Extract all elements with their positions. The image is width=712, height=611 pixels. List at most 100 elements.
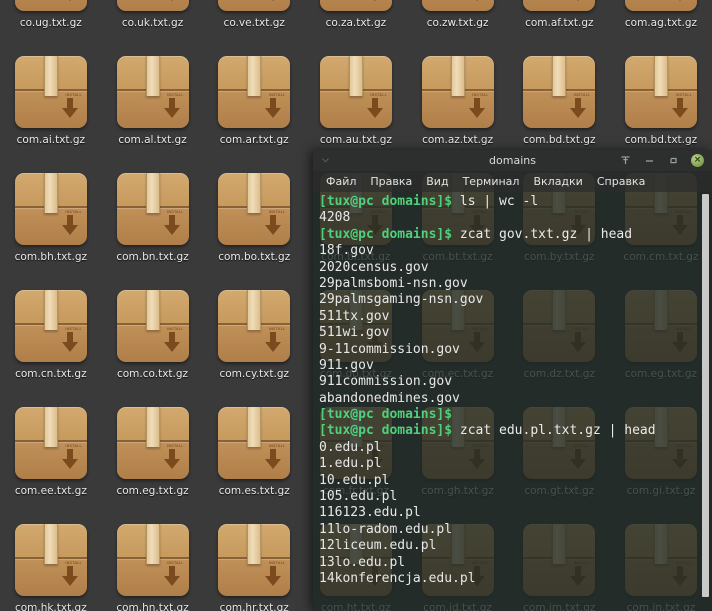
menu-item-0[interactable]: Файл	[319, 173, 363, 190]
archive-package-icon: INSTALL	[319, 0, 392, 11]
command-output: 9-11commission.gov	[319, 341, 460, 357]
maximize-icon	[670, 157, 677, 164]
terminal-output[interactable]: [tux@pc domains]$ ls | wc -l 4208 [tux@pc …	[313, 192, 699, 611]
terminal-window[interactable]: ⌵ domains × Файл Правка Вид Терминал Вкл…	[313, 150, 712, 611]
menu-item-3[interactable]: Терминал	[456, 173, 527, 190]
desktop-icon[interactable]: INSTALL com.au.txt.gz	[305, 48, 407, 165]
archive-package-icon: INSTALL	[116, 290, 189, 362]
box-tape	[43, 56, 58, 96]
box-tape	[450, 56, 465, 96]
archive-package-icon: INSTALL	[14, 290, 87, 362]
maximize-button[interactable]	[667, 154, 680, 167]
pin-icon	[621, 156, 630, 164]
desktop-icon[interactable]: INSTALL com.cn.txt.gz	[0, 282, 102, 399]
desktop-icon[interactable]: INSTALL com.bn.txt.gz	[102, 165, 204, 282]
command-output: 18f.gov	[319, 243, 374, 259]
terminal-scrollbar[interactable]	[699, 192, 712, 611]
keep-above-button[interactable]	[619, 154, 632, 167]
install-badge-label: INSTALL	[268, 93, 286, 97]
box-tape	[348, 56, 363, 96]
terminal-line: 12liceum.edu.pl	[319, 538, 699, 554]
install-badge-label: INSTALL	[675, 93, 692, 97]
command-output: 29palmsbomi-nsn.gov	[319, 275, 468, 291]
terminal-line: 511tx.gov	[319, 309, 699, 325]
desktop-icon-label: com.cn.txt.gz	[15, 368, 87, 380]
terminal-body[interactable]: [tux@pc domains]$ ls | wc -l 4208 [tux@pc …	[313, 192, 712, 611]
desktop-icon[interactable]: INSTALL com.eg.txt.gz	[102, 399, 204, 516]
command-output: 1.edu.pl	[319, 456, 382, 472]
minimize-button[interactable]	[643, 154, 656, 167]
desktop-icon[interactable]: INSTALL com.bd.txt.gz	[610, 48, 712, 165]
archive-package-icon: INSTALL	[624, 0, 697, 11]
terminal-line: [tux@pc domains]$ ls | wc -l	[319, 194, 699, 210]
terminal-line: [tux@pc domains]$	[319, 407, 699, 423]
desktop-icon[interactable]: INSTALL com.bo.txt.gz	[203, 165, 305, 282]
box-tape	[653, 56, 668, 96]
terminal-line: 911.gov	[319, 358, 699, 374]
box-tape	[43, 407, 58, 447]
desktop-icon-label: co.uk.txt.gz	[121, 17, 184, 29]
archive-package-icon: INSTALL	[421, 56, 494, 128]
desktop-icon[interactable]: INSTALL com.co.txt.gz	[102, 282, 204, 399]
desktop-icon[interactable]: INSTALL com.hk.txt.gz	[0, 516, 102, 611]
download-arrow-icon	[265, 0, 282, 1]
desktop-icon[interactable]: INSTALL co.za.txt.gz	[305, 0, 407, 48]
box-tape	[247, 56, 262, 96]
desktop-icon[interactable]: INSTALL co.zw.txt.gz	[407, 0, 509, 48]
close-button[interactable]: ×	[691, 154, 704, 167]
desktop-icon[interactable]: INSTALL co.ve.txt.gz	[203, 0, 305, 48]
menu-item-5[interactable]: Справка	[590, 173, 652, 190]
desktop-icon[interactable]: INSTALL com.ag.txt.gz	[610, 0, 712, 48]
desktop-icon[interactable]: INSTALL com.bh.txt.gz	[0, 165, 102, 282]
download-arrow-icon	[61, 449, 78, 469]
command-output: 0.edu.pl	[319, 439, 382, 455]
archive-package-icon: INSTALL	[116, 173, 189, 245]
command-output: 29palmsgaming-nsn.gov	[319, 292, 484, 308]
desktop-icon[interactable]: INSTALL com.cy.txt.gz	[203, 282, 305, 399]
desktop-icon[interactable]: INSTALL com.hn.txt.gz	[102, 516, 204, 611]
box-tape	[247, 290, 262, 330]
download-arrow-icon	[671, 98, 688, 118]
menu-item-4[interactable]: Вкладки	[526, 173, 589, 190]
window-menu-button[interactable]: ⌵	[318, 154, 354, 167]
archive-package-icon: INSTALL	[14, 0, 87, 11]
terminal-titlebar[interactable]: ⌵ domains ×	[313, 150, 712, 171]
desktop-icon[interactable]: INSTALL com.af.txt.gz	[508, 0, 610, 48]
archive-package-icon: INSTALL	[218, 407, 291, 479]
desktop-icon[interactable]: INSTALL com.ee.txt.gz	[0, 399, 102, 516]
menu-item-1[interactable]: Правка	[363, 173, 419, 190]
desktop-icon-label: com.bh.txt.gz	[14, 251, 88, 263]
download-arrow-icon	[61, 332, 78, 352]
desktop-icon[interactable]: INSTALL com.al.txt.gz	[102, 48, 204, 165]
archive-package-icon: INSTALL	[218, 524, 291, 596]
desktop-icon[interactable]: INSTALL com.ai.txt.gz	[0, 48, 102, 165]
scrollbar-thumb[interactable]	[702, 194, 709, 597]
shell-command: zcat gov.txt.gz | head	[452, 226, 633, 242]
command-output: 13lo.edu.pl	[319, 554, 406, 570]
box-tape	[43, 290, 58, 330]
desktop-icon[interactable]: INSTALL com.bd.txt.gz	[508, 48, 610, 165]
archive-package-icon: INSTALL	[624, 56, 697, 128]
close-icon: ×	[693, 155, 702, 165]
archive-package-icon: INSTALL	[116, 407, 189, 479]
desktop-icon[interactable]: INSTALL com.az.txt.gz	[407, 48, 509, 165]
desktop-icon-label: com.cy.txt.gz	[219, 368, 289, 380]
desktop-icon[interactable]: INSTALL co.uk.txt.gz	[102, 0, 204, 48]
desktop-icon[interactable]: INSTALL com.es.txt.gz	[203, 399, 305, 516]
shell-prompt: [tux@pc domains]$	[319, 407, 453, 423]
shell-command: ls | wc -l	[452, 194, 539, 209]
archive-package-icon: INSTALL	[319, 56, 392, 128]
archive-package-icon: INSTALL	[523, 0, 596, 11]
desktop-icon[interactable]: INSTALL com.hr.txt.gz	[203, 516, 305, 611]
desktop-icon-label: com.es.txt.gz	[218, 485, 290, 497]
menu-item-2[interactable]: Вид	[419, 173, 455, 190]
download-arrow-icon	[468, 98, 485, 118]
desktop-icon[interactable]: INSTALL co.ug.txt.gz	[0, 0, 102, 48]
box-tape	[145, 56, 160, 96]
terminal-line: 10.edu.pl	[319, 473, 699, 489]
desktop-icon[interactable]: INSTALL com.ar.txt.gz	[203, 48, 305, 165]
download-arrow-icon	[61, 98, 78, 118]
install-badge-label: INSTALL	[65, 444, 82, 448]
box-tape	[145, 173, 160, 213]
command-output: 105.edu.pl	[319, 489, 398, 505]
